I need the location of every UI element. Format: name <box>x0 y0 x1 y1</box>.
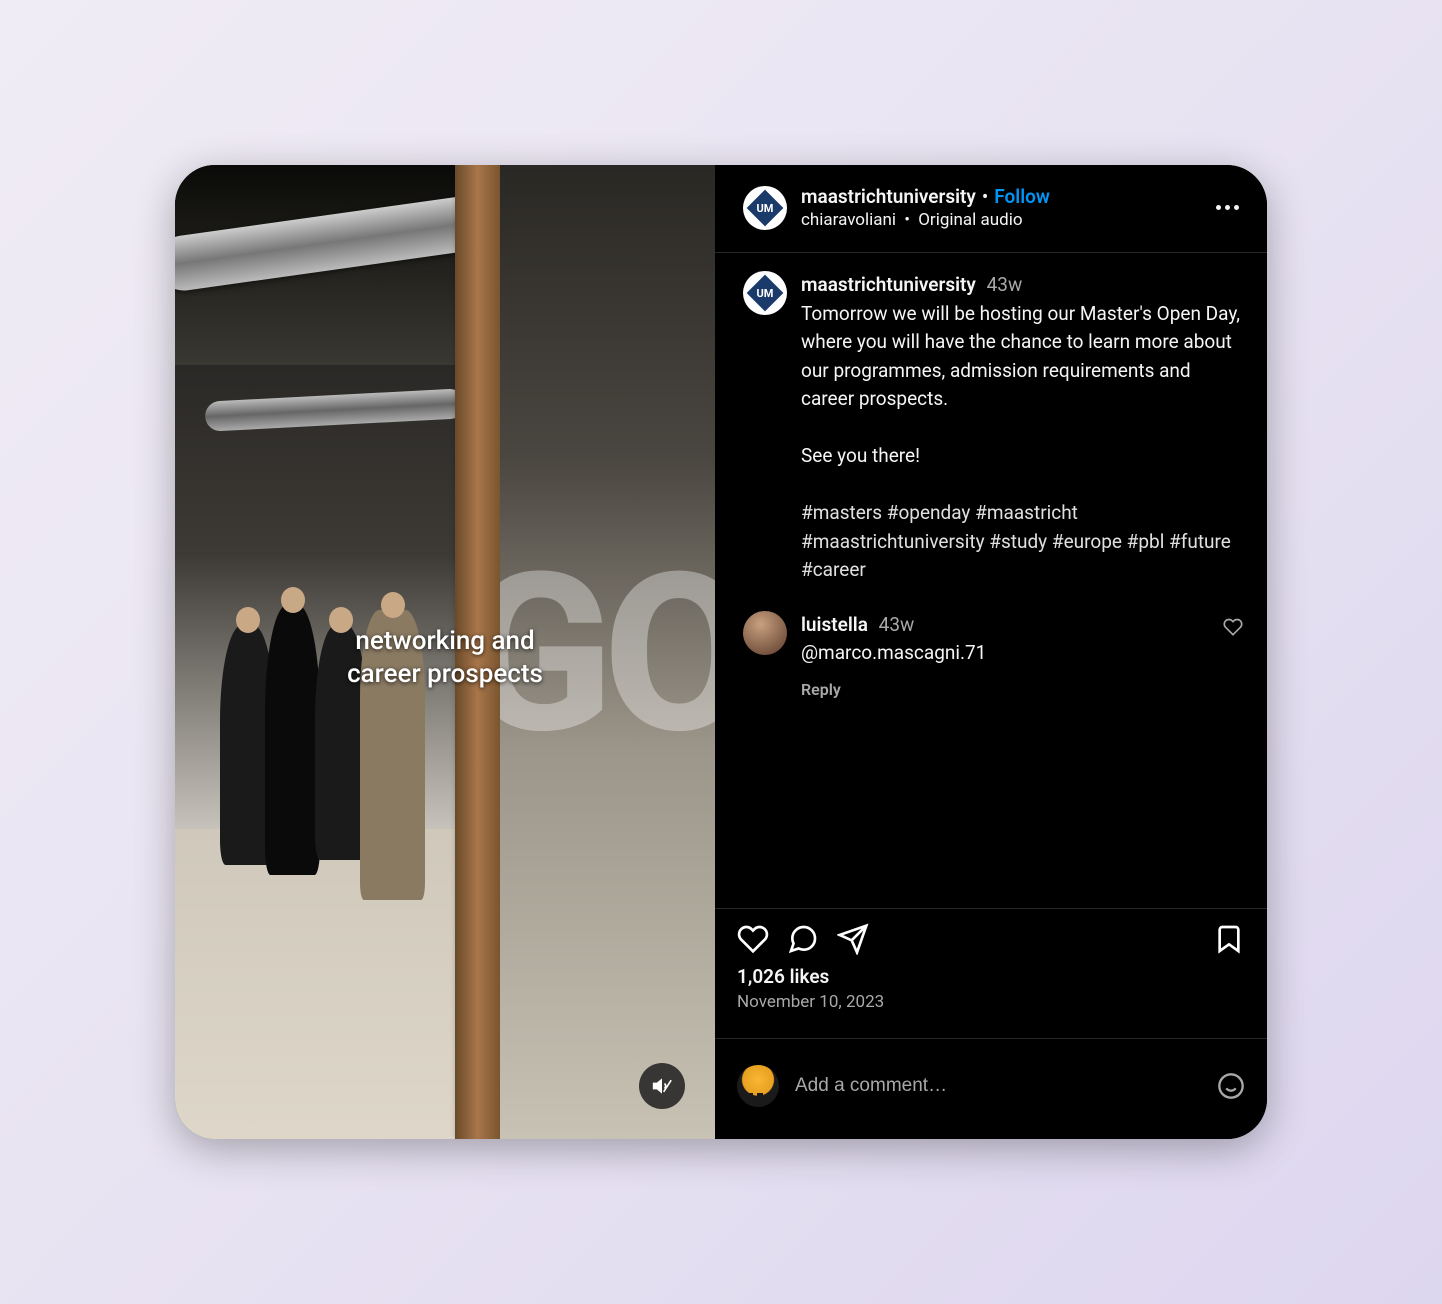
comment-button[interactable] <box>787 923 819 955</box>
details-pane: UM maastrichtuniversity • Follow chiarav… <box>715 165 1267 1139</box>
share-icon <box>837 923 869 955</box>
save-button[interactable] <box>1213 923 1245 955</box>
share-button[interactable] <box>837 923 869 955</box>
author-avatar[interactable]: UM <box>743 271 787 315</box>
comment-time: 43w <box>879 613 915 636</box>
emoji-button[interactable] <box>1217 1072 1245 1100</box>
post-card: GO networking and career prospects UM ma… <box>175 165 1267 1139</box>
reply-button[interactable]: Reply <box>801 678 1209 702</box>
comments-section: UM maastrichtuniversity 43w Tomorrow we … <box>715 253 1267 909</box>
emoji-icon <box>1217 1072 1245 1100</box>
comment-icon <box>787 923 819 955</box>
author-avatar[interactable]: UM <box>743 186 787 230</box>
post-header: UM maastrichtuniversity • Follow chiarav… <box>715 165 1267 253</box>
heart-icon <box>1223 617 1243 637</box>
caption-username[interactable]: maastrichtuniversity <box>801 273 976 296</box>
follow-button[interactable]: Follow <box>994 185 1050 208</box>
caption-hashtags[interactable]: #masters #openday #maastricht #maastrich… <box>801 501 1231 581</box>
like-comment-button[interactable] <box>1223 611 1243 702</box>
caption-text: Tomorrow we will be hosting our Master's… <box>801 300 1243 585</box>
more-options-button[interactable] <box>1210 199 1245 216</box>
like-button[interactable] <box>737 923 769 955</box>
post-caption: UM maastrichtuniversity 43w Tomorrow we … <box>743 271 1243 585</box>
self-avatar[interactable] <box>737 1065 779 1107</box>
likes-count[interactable]: 1,026 likes <box>737 965 1245 988</box>
bookmark-icon <box>1213 923 1245 955</box>
audio-attribution[interactable]: chiaravoliani • Original audio <box>801 210 1196 230</box>
comment-composer <box>715 1038 1267 1139</box>
more-icon <box>1216 205 1239 210</box>
actions-bar: 1,026 likes November 10, 2023 <box>715 909 1267 1020</box>
commenter-avatar[interactable] <box>743 611 787 655</box>
author-username[interactable]: maastrichtuniversity <box>801 185 976 208</box>
mute-button[interactable] <box>639 1063 685 1109</box>
speaker-muted-icon <box>652 1076 672 1096</box>
caption-time: 43w <box>987 273 1023 296</box>
video-caption: networking and career prospects <box>175 625 715 690</box>
comment-item: luistella 43w @marco.mascagni.71 Reply <box>743 611 1243 702</box>
commenter-username[interactable]: luistella <box>801 613 868 636</box>
video-pane[interactable]: GO networking and career prospects <box>175 165 715 1139</box>
post-date: November 10, 2023 <box>737 992 1245 1012</box>
heart-icon <box>737 923 769 955</box>
comment-input[interactable] <box>795 1075 1201 1097</box>
comment-text[interactable]: @marco.mascagni.71 <box>801 639 1209 668</box>
